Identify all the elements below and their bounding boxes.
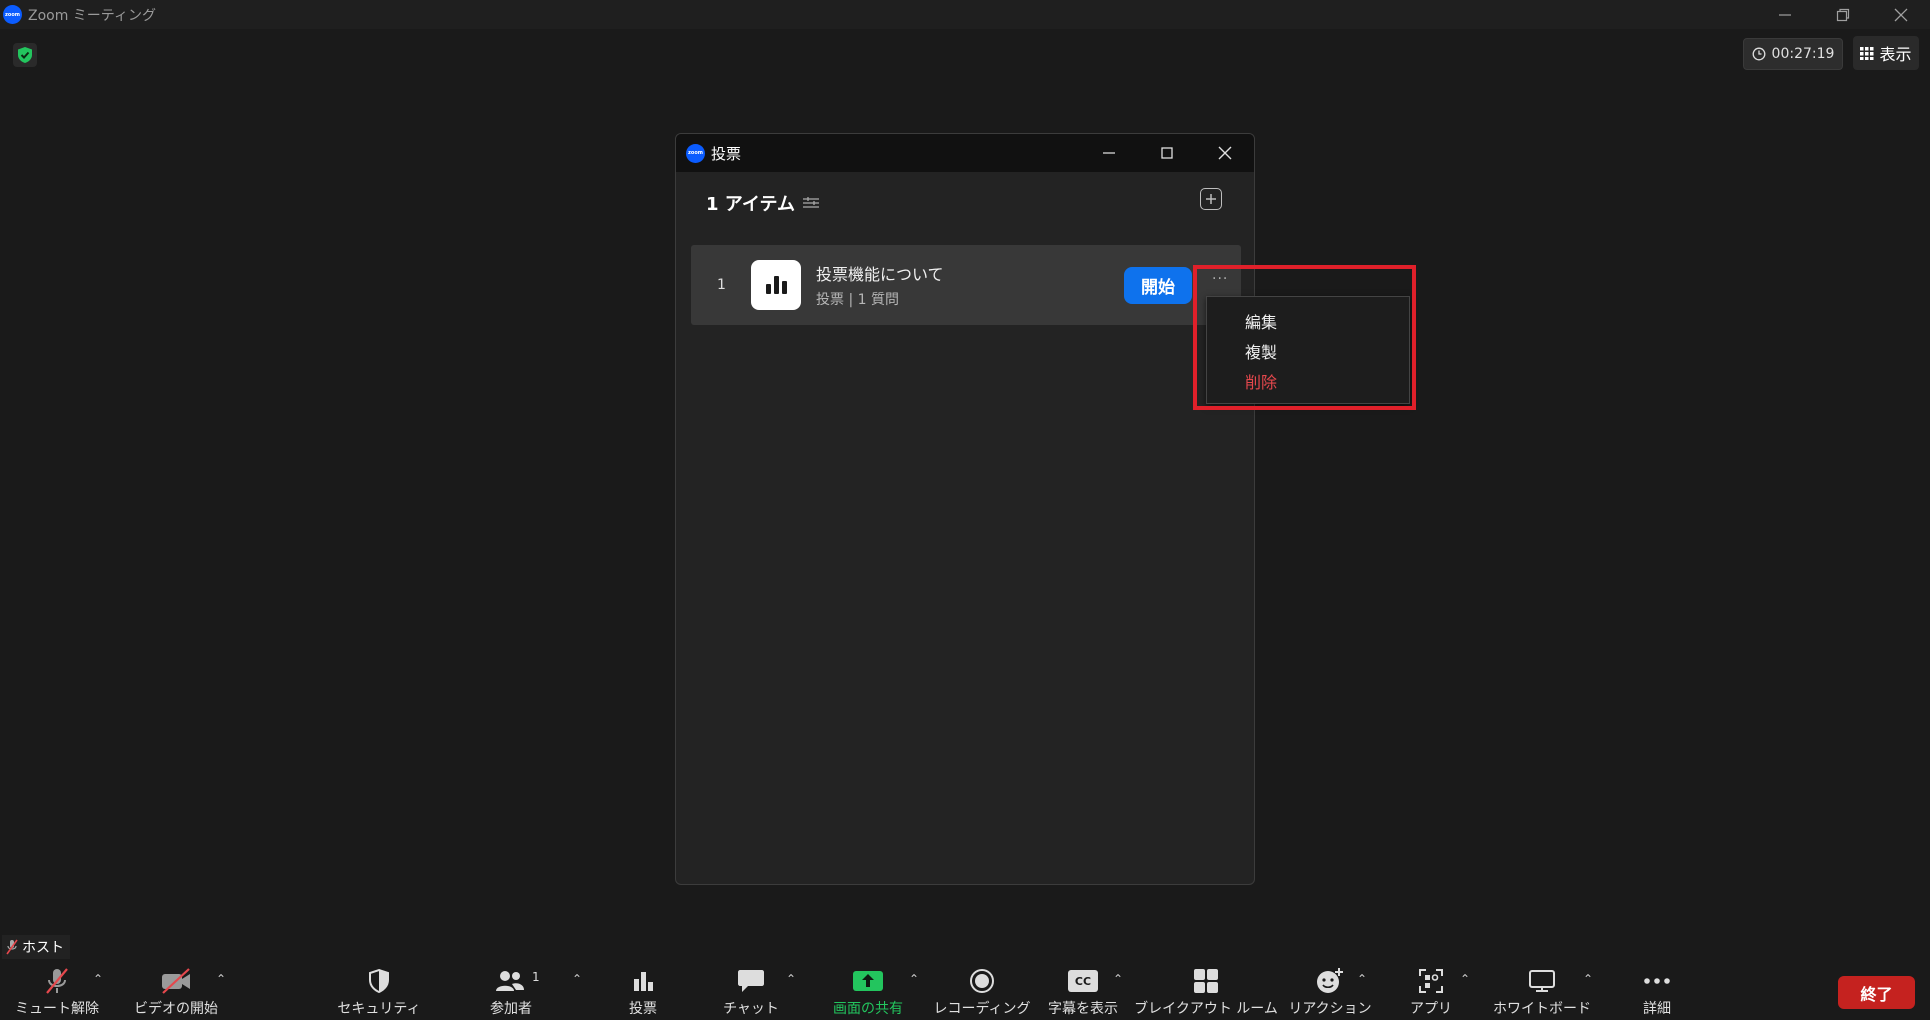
chat-label: チャット (723, 1001, 779, 1017)
more-label: 詳細 (1643, 1001, 1671, 1017)
more-icon (1643, 966, 1671, 996)
poll-window: zoom 投票 1 アイテム 1 投票機能について 投票 | 1 質問 開始 ·… (675, 133, 1255, 885)
minimize-button[interactable] (1756, 0, 1814, 29)
poll-close-button[interactable] (1196, 134, 1254, 172)
start-poll-button[interactable]: 開始 (1124, 267, 1192, 304)
reaction-options-caret[interactable]: ⌃ (1357, 972, 1367, 986)
items-count: 1 アイテム (706, 194, 795, 215)
share-screen-label: 画面の共有 (833, 1001, 903, 1017)
reaction-label: リアクション (1288, 1001, 1372, 1017)
mic-off-icon (44, 966, 70, 996)
poll-window-title: 投票 (711, 144, 742, 163)
participants-count: 1 (532, 970, 540, 984)
zoom-logo-icon: zoom (686, 143, 705, 163)
meeting-toolbar: ミュート解除 ⌃ ビデオの開始 ⌃ セキュリティ 参加者 1 ⌃ 投票 チャット… (0, 962, 1930, 1020)
close-icon (1218, 146, 1232, 160)
video-off-icon (160, 966, 192, 996)
captions-button[interactable]: CC 字幕を表示 (1044, 962, 1122, 1020)
video-options-caret[interactable]: ⌃ (216, 972, 226, 986)
bar-chart-icon (751, 260, 801, 310)
mute-options-caret[interactable]: ⌃ (93, 972, 103, 986)
whiteboard-icon (1528, 966, 1556, 996)
items-header: 1 アイテム (706, 190, 819, 216)
participants-options-caret[interactable]: ⌃ (572, 972, 582, 986)
recording-button[interactable]: レコーディング (933, 962, 1031, 1020)
poll-window-titlebar: zoom 投票 (676, 134, 1254, 172)
captions-label: 字幕を表示 (1048, 1001, 1118, 1017)
breakout-rooms-button[interactable]: ブレイクアウト ルーム (1134, 962, 1278, 1020)
poll-icon (631, 966, 655, 996)
chat-options-caret[interactable]: ⌃ (786, 972, 796, 986)
poll-button[interactable]: 投票 (620, 962, 666, 1020)
apps-options-caret[interactable]: ⌃ (1460, 972, 1470, 986)
breakout-label: ブレイクアウト ルーム (1134, 1001, 1278, 1017)
zoom-logo-text: zoom (5, 11, 20, 18)
poll-maximize-button[interactable] (1138, 134, 1196, 172)
end-meeting-button[interactable]: 終了 (1838, 976, 1915, 1009)
clock-icon (1752, 47, 1765, 61)
apps-icon (1418, 966, 1444, 996)
participants-icon (495, 966, 527, 996)
start-video-button[interactable]: ビデオの開始 (128, 962, 224, 1020)
cc-icon: CC (1068, 966, 1098, 996)
security-button[interactable]: セキュリティ (337, 962, 421, 1020)
host-badge: ホスト (2, 935, 70, 959)
item-title: 投票機能について (816, 265, 944, 284)
mic-muted-icon (6, 939, 18, 955)
chat-button[interactable]: チャット (723, 962, 779, 1020)
poll-minimize-button[interactable] (1080, 134, 1138, 172)
view-button[interactable]: 表示 (1853, 36, 1919, 70)
host-label: ホスト (22, 940, 64, 956)
whiteboard-options-caret[interactable]: ⌃ (1583, 972, 1593, 986)
chat-icon (737, 966, 765, 996)
close-button[interactable] (1872, 0, 1930, 29)
record-icon (969, 966, 995, 996)
item-number: 1 (717, 277, 726, 293)
sort-filter-icon[interactable] (803, 196, 819, 210)
whiteboard-button[interactable]: ホワイトボード (1492, 962, 1592, 1020)
zoom-logo-text: zoom (688, 150, 703, 156)
add-poll-button[interactable] (1200, 188, 1222, 210)
minimize-icon (1103, 152, 1115, 154)
timer-text: 00:27:19 (1771, 46, 1835, 62)
minimize-icon (1779, 13, 1791, 16)
video-label: ビデオの開始 (134, 1001, 218, 1017)
apps-button[interactable]: アプリ (1406, 962, 1456, 1020)
captions-options-caret[interactable]: ⌃ (1113, 972, 1123, 986)
reaction-button[interactable]: リアクション (1288, 962, 1372, 1020)
window-title: Zoom ミーティング (28, 7, 156, 24)
poll-label: 投票 (629, 1001, 657, 1017)
more-button[interactable]: 詳細 (1634, 962, 1680, 1020)
reaction-icon (1316, 966, 1344, 996)
participants-label: 参加者 (490, 1001, 532, 1017)
security-label: セキュリティ (337, 1001, 421, 1017)
window-titlebar: zoom Zoom ミーティング (0, 0, 1930, 29)
encryption-shield-button[interactable] (13, 43, 37, 67)
shield-check-icon (18, 47, 32, 63)
share-screen-button[interactable]: 画面の共有 (828, 962, 908, 1020)
restore-button[interactable] (1814, 0, 1872, 29)
share-screen-icon (852, 966, 884, 996)
meeting-timer[interactable]: 00:27:19 (1743, 38, 1843, 70)
whiteboard-label: ホワイトボード (1493, 1001, 1591, 1017)
cc-icon-text: CC (1068, 970, 1098, 992)
close-icon (1894, 8, 1908, 21)
item-subtitle: 投票 | 1 質問 (816, 292, 899, 308)
maximize-icon (1161, 147, 1173, 159)
annotation-highlight-box (1193, 265, 1416, 410)
recording-label: レコーディング (933, 1001, 1031, 1017)
mute-button[interactable]: ミュート解除 (12, 962, 102, 1020)
view-label: 表示 (1879, 45, 1912, 64)
restore-icon (1836, 8, 1850, 21)
share-options-caret[interactable]: ⌃ (909, 972, 919, 986)
mute-label: ミュート解除 (15, 1001, 99, 1017)
zoom-logo-icon: zoom (3, 5, 22, 24)
plus-icon (1206, 194, 1216, 204)
poll-list-item[interactable]: 1 投票機能について 投票 | 1 質問 開始 ··· (691, 245, 1241, 325)
shield-icon (368, 966, 390, 996)
apps-label: アプリ (1410, 1001, 1452, 1017)
breakout-icon (1193, 966, 1219, 996)
grid-icon (1860, 47, 1874, 60)
